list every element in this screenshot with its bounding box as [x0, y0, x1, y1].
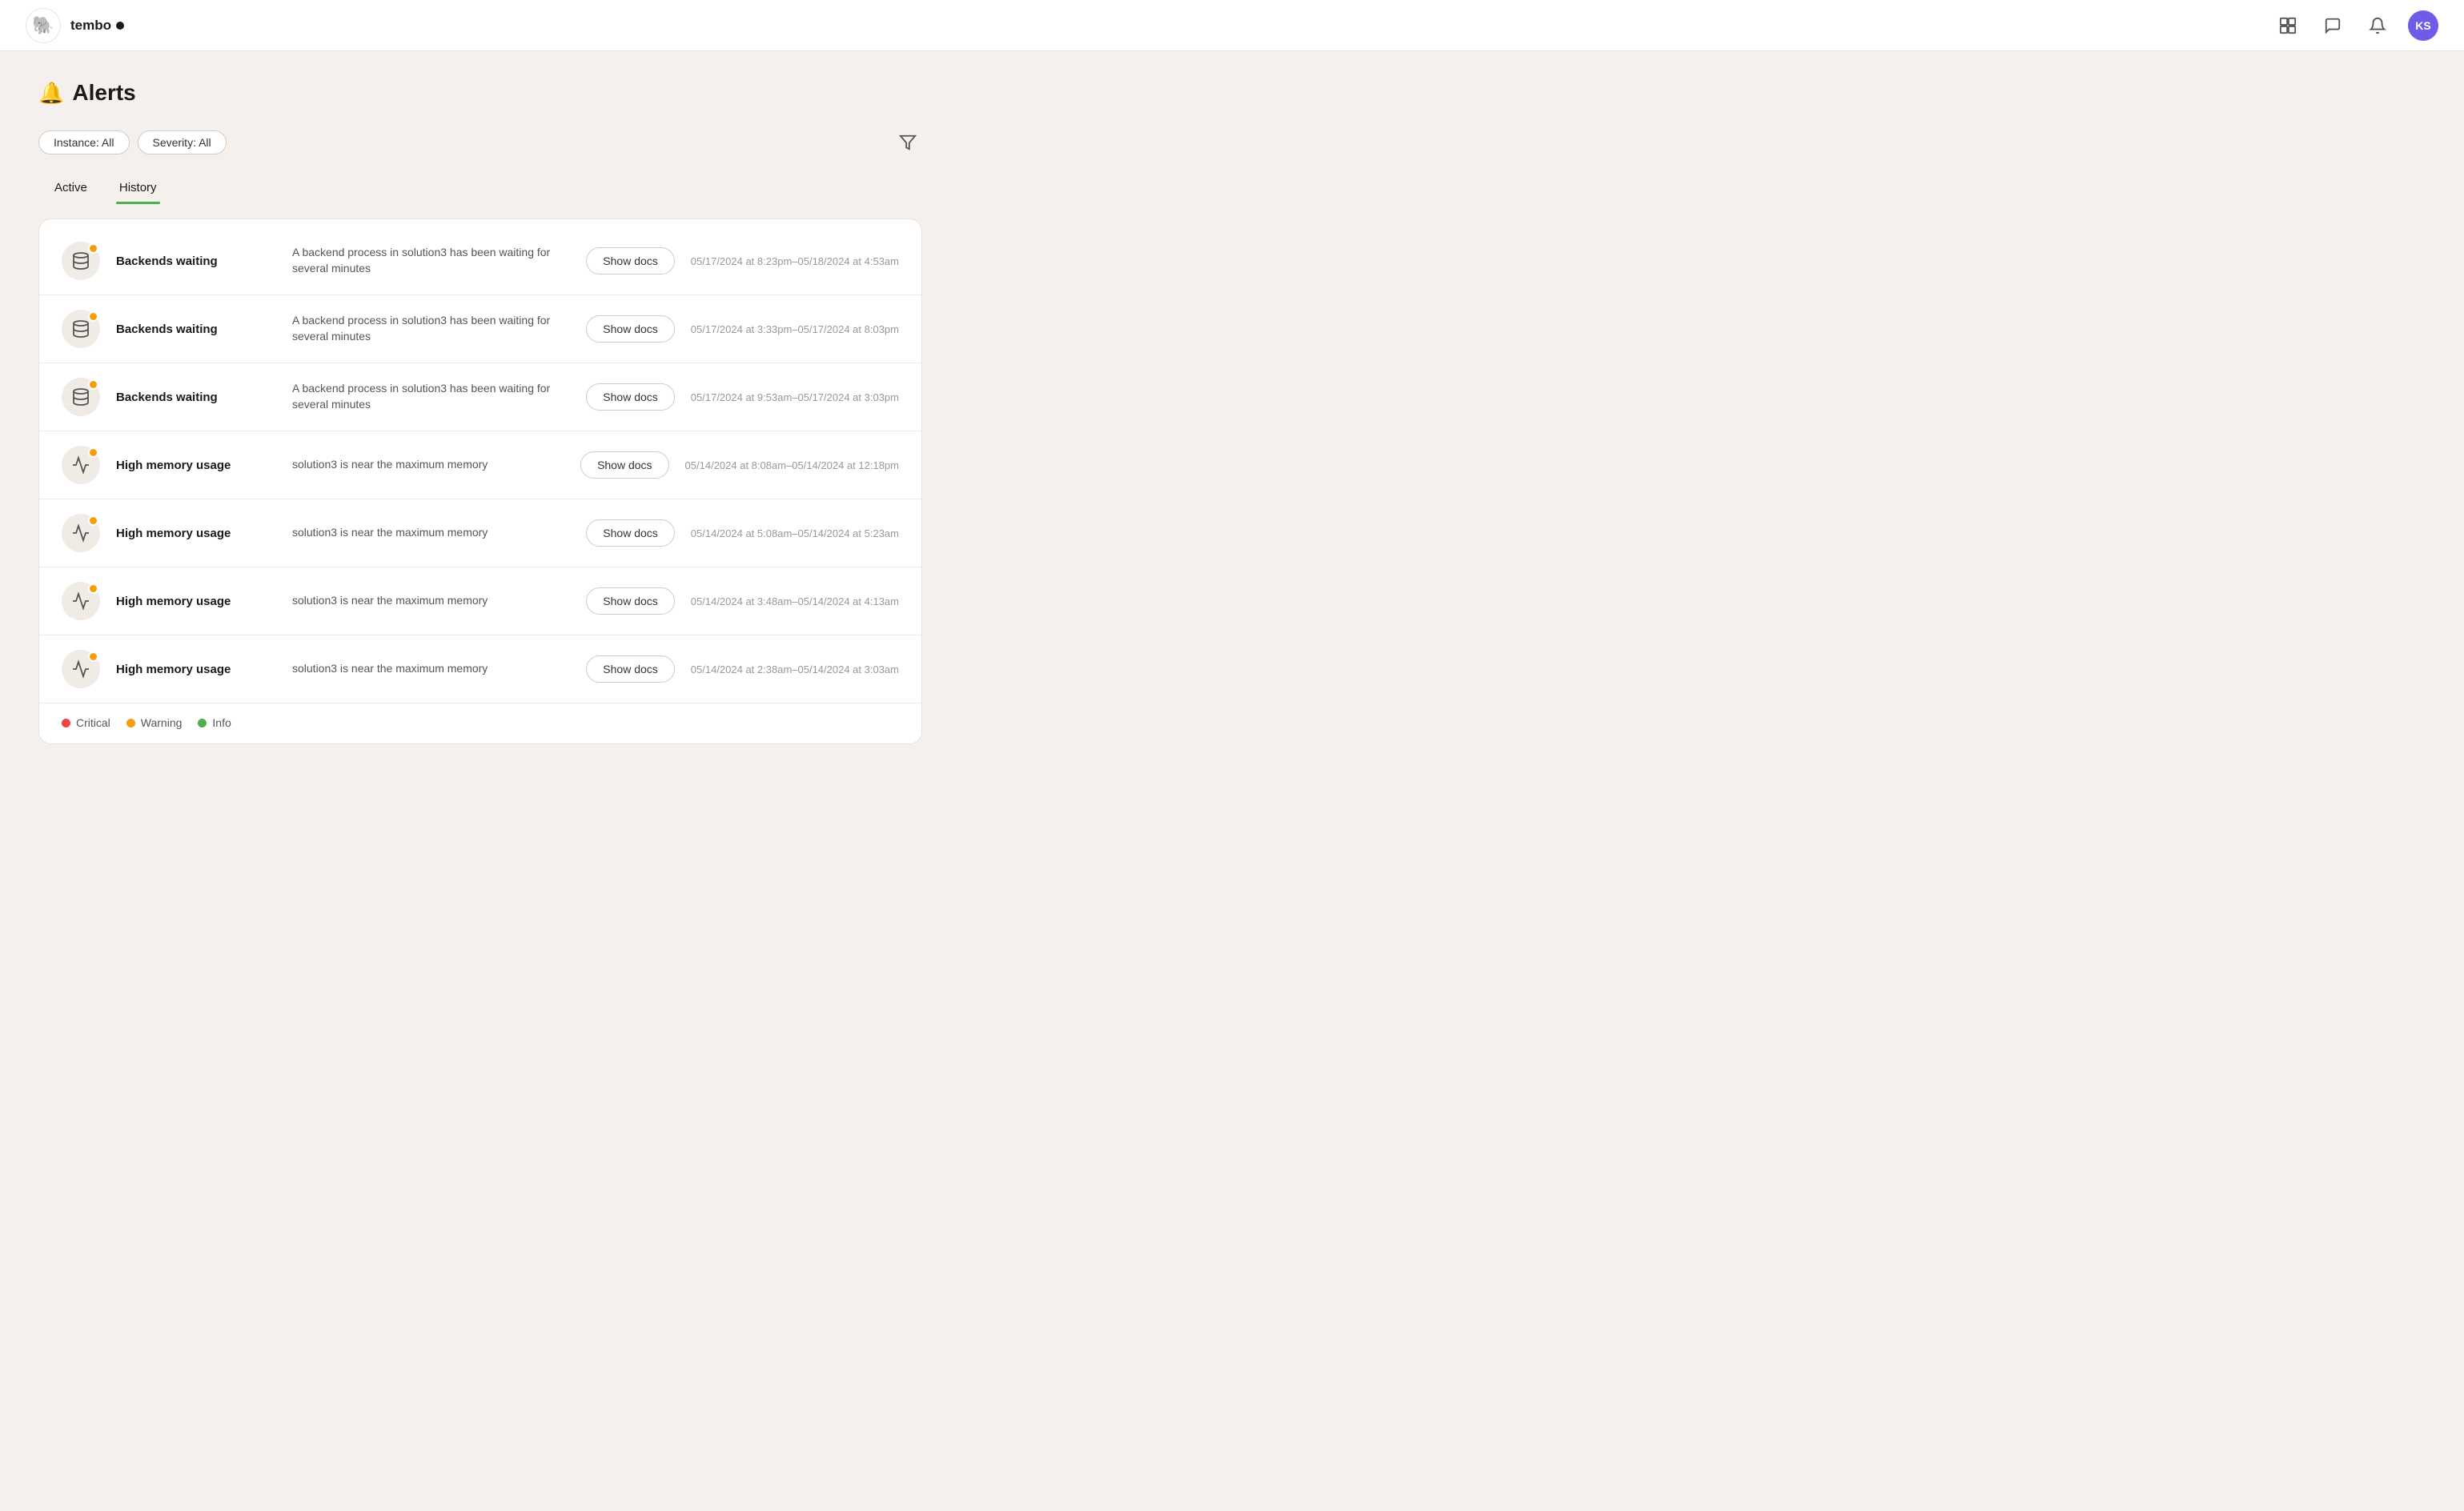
alert-time: 05/14/2024 at 8:08am–05/14/2024 at 12:18… — [685, 459, 899, 471]
tab-underline — [116, 202, 160, 204]
legend-warning-label: Warning — [141, 716, 183, 729]
legend-info-dot — [198, 719, 207, 727]
alert-row: High memory usage solution3 is near the m… — [39, 431, 921, 499]
warning-badge — [88, 311, 98, 322]
legend-critical-dot — [62, 719, 70, 727]
alert-row: Backends waiting A backend process in sol… — [39, 295, 921, 363]
legend-info: Info — [198, 716, 231, 729]
warning-badge — [88, 515, 98, 526]
alerts-bell-icon: 🔔 — [38, 81, 64, 106]
legend-warning: Warning — [126, 716, 183, 729]
alert-time: 05/14/2024 at 2:38am–05/14/2024 at 3:03a… — [691, 663, 899, 675]
alert-row: High memory usage solution3 is near the m… — [39, 567, 921, 635]
page-title: 🔔 Alerts — [38, 80, 922, 106]
alert-description: A backend process in solution3 has been … — [292, 313, 570, 344]
alert-time: 05/17/2024 at 9:53am–05/17/2024 at 3:03p… — [691, 391, 899, 403]
alert-icon-wrap — [62, 378, 100, 416]
filter-options-icon[interactable] — [893, 128, 922, 157]
navbar-right: KS — [2273, 10, 2438, 41]
user-avatar[interactable]: KS — [2408, 10, 2438, 41]
warning-badge — [88, 447, 98, 458]
tabs-row: Active History — [38, 173, 922, 204]
alert-name: High memory usage — [116, 663, 276, 676]
instance-filter[interactable]: Instance: All — [38, 130, 130, 154]
alert-name: High memory usage — [116, 595, 276, 608]
alert-description: solution3 is near the maximum memory — [292, 525, 570, 541]
alert-row: High memory usage solution3 is near the m… — [39, 499, 921, 567]
alerts-card: Backends waiting A backend process in sol… — [38, 218, 922, 744]
alert-description: A backend process in solution3 has been … — [292, 381, 570, 412]
alert-description: solution3 is near the maximum memory — [292, 593, 570, 609]
navbar: 🐘 tembo KS — [0, 0, 2464, 51]
alert-row: Backends waiting A backend process in sol… — [39, 227, 921, 295]
warning-badge — [88, 651, 98, 662]
severity-filter[interactable]: Severity: All — [138, 130, 227, 154]
filters-left: Instance: All Severity: All — [38, 130, 227, 154]
legend-critical-label: Critical — [76, 716, 110, 729]
alert-name: Backends waiting — [116, 391, 276, 404]
show-docs-button[interactable]: Show docs — [586, 587, 674, 615]
chat-icon[interactable] — [2318, 11, 2347, 40]
alert-icon-wrap — [62, 514, 100, 552]
logo[interactable]: 🐘 — [26, 8, 61, 43]
show-docs-button[interactable]: Show docs — [586, 655, 674, 683]
alert-time: 05/14/2024 at 3:48am–05/14/2024 at 4:13a… — [691, 595, 899, 607]
warning-badge — [88, 243, 98, 254]
legend-warning-dot — [126, 719, 135, 727]
brand-status-dot — [116, 22, 124, 30]
brand-name: tembo — [70, 18, 124, 34]
alert-name: Backends waiting — [116, 255, 276, 268]
main-content: 🔔 Alerts Instance: All Severity: All Act… — [0, 51, 961, 773]
legend-info-label: Info — [212, 716, 231, 729]
alert-row: Backends waiting A backend process in sol… — [39, 363, 921, 431]
alert-name: Backends waiting — [116, 323, 276, 336]
bell-icon[interactable] — [2363, 11, 2392, 40]
alert-name: High memory usage — [116, 459, 276, 472]
alert-description: A backend process in solution3 has been … — [292, 245, 570, 276]
alert-icon-wrap — [62, 242, 100, 280]
alert-name: High memory usage — [116, 527, 276, 540]
alert-time: 05/14/2024 at 5:08am–05/14/2024 at 5:23a… — [691, 527, 899, 539]
filters-row: Instance: All Severity: All — [38, 128, 922, 157]
grid-icon[interactable] — [2273, 11, 2302, 40]
alert-icon-wrap — [62, 650, 100, 688]
alert-time: 05/17/2024 at 8:23pm–05/18/2024 at 4:53a… — [691, 255, 899, 267]
alert-time: 05/17/2024 at 3:33pm–05/17/2024 at 8:03p… — [691, 323, 899, 335]
alert-row: High memory usage solution3 is near the m… — [39, 635, 921, 703]
alert-icon-wrap — [62, 310, 100, 348]
show-docs-button[interactable]: Show docs — [586, 383, 674, 411]
show-docs-button[interactable]: Show docs — [580, 451, 668, 479]
tab-active[interactable]: Active — [38, 173, 103, 204]
warning-badge — [88, 379, 98, 390]
show-docs-button[interactable]: Show docs — [586, 247, 674, 275]
navbar-left: 🐘 tembo — [26, 8, 124, 43]
alert-icon-wrap — [62, 446, 100, 484]
warning-badge — [88, 583, 98, 594]
alert-icon-wrap — [62, 582, 100, 620]
alert-description: solution3 is near the maximum memory — [292, 661, 570, 677]
show-docs-button[interactable]: Show docs — [586, 315, 674, 343]
show-docs-button[interactable]: Show docs — [586, 519, 674, 547]
legend-row: Critical Warning Info — [39, 703, 921, 735]
tab-history[interactable]: History — [103, 173, 173, 204]
alert-description: solution3 is near the maximum memory — [292, 457, 564, 473]
legend-critical: Critical — [62, 716, 110, 729]
